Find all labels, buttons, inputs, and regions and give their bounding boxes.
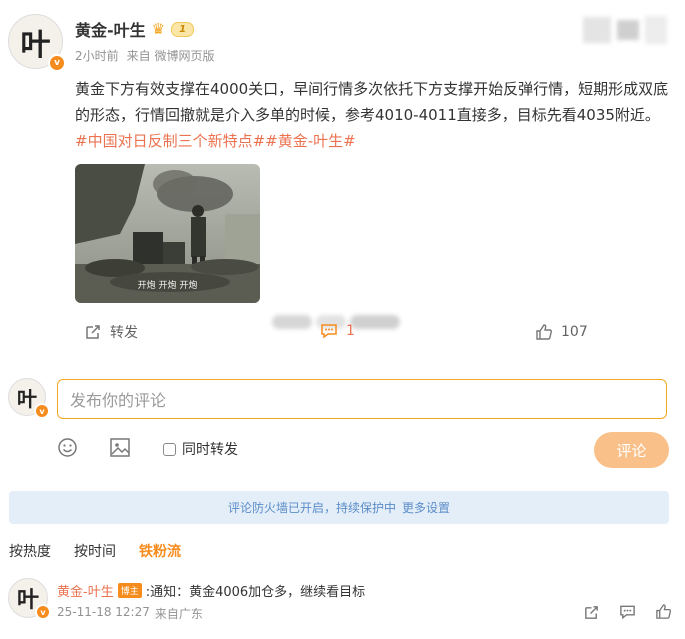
comment-icon [321,324,337,339]
level-badge: 1 [171,21,195,37]
repost-button[interactable]: 转发 [84,322,138,342]
post-source: 来自 微博网页版 [126,49,215,63]
repost-checkbox[interactable] [163,442,176,456]
emoji-icon [58,438,77,457]
comment-verified-icon: v [35,604,51,620]
repost-checkbox-label: 同时转发 [182,442,238,458]
submit-comment-button[interactable]: 评论 [594,432,669,468]
emoji-button[interactable] [57,437,78,462]
post-text-main: 黄金下方有效支撑在4000关口，早间行情多次依托下方支撑开始反弹行情，短期形成双… [75,80,669,124]
verified-badge-icon: v [48,54,66,72]
notice-text: 评论防火墙已开启，持续保护中 [227,501,396,515]
post-meta: 2小时前 来自 微博网页版 [75,47,214,64]
like-count: 107 [561,324,588,340]
tab-sort-by-time[interactable]: 按时间 [74,541,116,561]
comment-meta: 25-11-18 12:27 来自广东 [57,605,203,622]
notice-settings-link[interactable]: 更多设置 [402,499,450,516]
blogger-badge: 博主 [117,583,142,598]
post-text: 黄金下方有效支撑在4000关口，早间行情多次依托下方支撑开始反弹行情，短期形成双… [75,76,671,154]
comment-count: 1 [346,323,355,339]
thumbs-up-icon [536,324,552,340]
post-author-row: 黄金-叶生 ♛ 1 [75,17,195,41]
comment-input[interactable]: 发布你的评论 [57,379,667,419]
tab-iron-fans[interactable]: 铁粉流 [139,541,181,561]
composer-verified-icon: v [34,403,50,419]
repost-checkbox-row[interactable]: 同时转发 [163,439,238,459]
like-button[interactable]: 107 [535,323,588,341]
comment-time: 25-11-18 12:27 [57,605,150,619]
comment-like-button[interactable] [655,603,672,624]
repost-icon [86,325,100,339]
blur-pill-1 [272,315,312,329]
post-image[interactable]: 开炮 开炮 开炮 [75,164,260,303]
crown-icon: ♛ [151,20,166,38]
blur-block-1 [583,17,611,43]
comment-firewall-notice: 评论防火墙已开启，持续保护中 更多设置 [9,491,669,524]
image-icon [110,438,130,457]
comment-reply-icon [620,605,635,620]
submit-comment-label: 评论 [616,441,647,460]
comment-repost-button[interactable] [583,604,600,625]
comment-repost-icon [585,606,598,619]
blur-block-3 [645,16,667,44]
comment-thumbs-up-icon [656,604,672,619]
post-time[interactable]: 2小时前 [75,47,119,64]
top-right-blurred-control[interactable] [583,14,673,46]
blur-pill-3 [350,315,400,329]
tab-sort-by-hot[interactable]: 按热度 [9,541,51,561]
post-hashtags[interactable]: #中国对日反制三个新特点##黄金-叶生# [75,132,356,150]
avatar-glyph: 叶 [20,27,51,63]
comment-location: 来自广东 [154,607,203,621]
comment-text: :通知：黄金4006加仓多，继续看目标 [145,585,366,600]
comment-input-placeholder: 发布你的评论 [70,391,167,410]
sort-tabs: 按热度 按时间 铁粉流 [9,541,181,561]
comment-button[interactable]: 1 [320,323,355,339]
post-author-name[interactable]: 黄金-叶生 [75,17,146,41]
blur-block-2 [617,20,639,40]
image-subtitle: 开炮 开炮 开炮 [137,281,198,291]
repost-label: 转发 [110,325,138,341]
image-upload-button[interactable] [109,437,131,462]
comment-author-name[interactable]: 黄金-叶生 [57,581,114,600]
comment-reply-button[interactable] [619,604,636,624]
comment-body: 黄金-叶生 博主 :通知：黄金4006加仓多，继续看目标 [57,581,365,600]
